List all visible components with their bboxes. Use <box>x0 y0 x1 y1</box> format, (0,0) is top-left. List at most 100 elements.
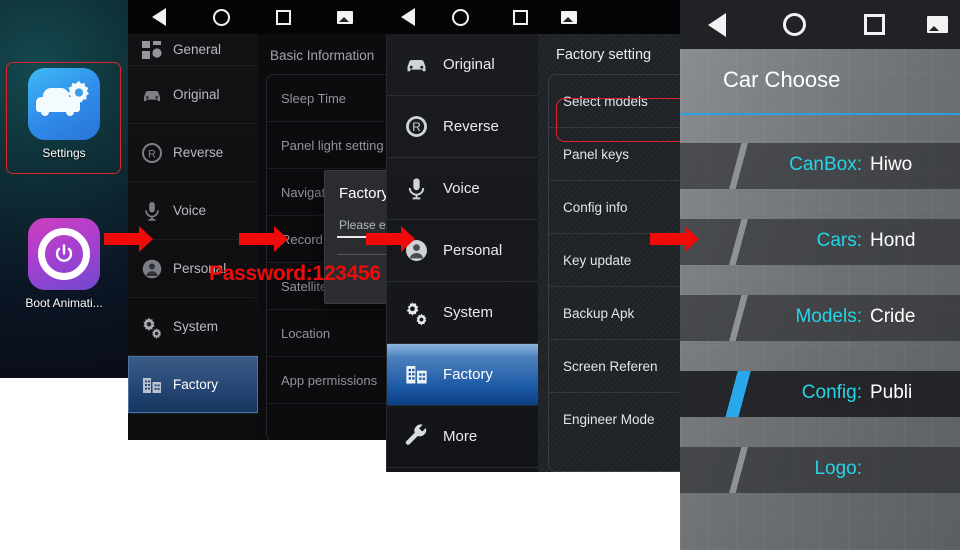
flow-arrow-1 <box>104 226 153 252</box>
category-item-label: Original <box>443 56 495 73</box>
screenshot-icon[interactable] <box>926 16 948 33</box>
sidebar-item-label: Reverse <box>173 145 224 160</box>
factory-title: Factory setting <box>556 47 652 63</box>
sidebar-item-label: General <box>173 42 222 57</box>
car-row-config[interactable]: Config: Publi <box>680 371 960 417</box>
flow-arrow-2 <box>239 226 288 252</box>
recents-square-icon[interactable] <box>275 9 291 25</box>
car-row-label: Models: <box>795 306 862 327</box>
app-label: Boot Animati... <box>25 296 103 310</box>
car-icon <box>140 83 164 107</box>
factory-row-panel-keys[interactable]: Panel keys <box>549 128 686 181</box>
gear-icon <box>67 80 90 103</box>
home-circle-icon[interactable] <box>451 8 469 26</box>
sidebar-item-factory[interactable]: Factory <box>128 356 258 414</box>
car-row-label: Config: <box>801 382 862 403</box>
recents-square-icon[interactable] <box>512 9 528 25</box>
car-icon <box>403 51 430 78</box>
factory-row-backup-apk[interactable]: Backup Apk <box>549 287 686 340</box>
car-row-value: Publi <box>870 382 913 403</box>
reverse-r-icon: R <box>403 113 430 140</box>
detail-row[interactable]: Sleep Time <box>267 75 390 122</box>
sidebar-item-label: System <box>173 319 219 334</box>
accent-divider <box>680 113 960 115</box>
navigation-bar <box>680 0 960 49</box>
app-label: Settings <box>42 146 86 160</box>
factory-row-screen-reference[interactable]: Screen Referen <box>549 340 686 393</box>
category-list: Original R Reverse Voice Personal System… <box>386 34 538 472</box>
back-triangle-icon[interactable] <box>708 12 726 37</box>
recents-square-icon[interactable] <box>863 14 885 35</box>
car-row-value: Hiwo <box>870 154 913 175</box>
flow-arrow-4 <box>650 226 699 252</box>
home-circle-icon[interactable] <box>212 8 230 26</box>
panel-settings: General Original R Reverse Voice Persona… <box>128 0 390 440</box>
car-row-value: Hond <box>870 230 916 251</box>
detail-row[interactable]: Panel light setting <box>267 122 390 169</box>
sidebar-item-original[interactable]: Original <box>128 66 258 124</box>
category-item-label: Factory <box>443 366 494 383</box>
car-gear-settings-icon <box>28 68 100 140</box>
category-item-more[interactable]: More <box>387 406 538 468</box>
svg-text:R: R <box>412 120 421 134</box>
power-boot-animation-icon <box>28 218 100 290</box>
screenshot-stage: Settings Boot Animati... General Origina… <box>0 0 960 550</box>
svg-text:R: R <box>148 148 156 160</box>
car-row-logo[interactable]: Logo: <box>680 447 960 493</box>
detail-row[interactable]: Location <box>267 310 390 357</box>
microphone-icon <box>140 199 164 223</box>
wrench-icon <box>403 423 430 450</box>
car-row-models[interactable]: Models: Cride <box>680 295 960 341</box>
factory-building-icon <box>403 361 430 388</box>
app-settings[interactable]: Settings <box>0 68 128 160</box>
navigation-bar <box>386 0 538 34</box>
car-row-label: Logo: <box>814 458 862 479</box>
person-icon <box>140 257 164 281</box>
home-circle-icon[interactable] <box>782 13 806 36</box>
factory-row-engineer-mode[interactable]: Engineer Mode <box>549 393 686 446</box>
car-row-value: Cride <box>870 306 916 327</box>
category-item-label: Reverse <box>443 118 499 135</box>
microphone-icon <box>403 175 430 202</box>
general-grid-icon <box>140 38 164 62</box>
sidebar-item-general[interactable]: General <box>128 34 258 66</box>
sidebar-item-label: Voice <box>173 203 207 218</box>
car-row-canbox[interactable]: CanBox: Hiwo <box>680 143 960 189</box>
power-icon <box>55 244 73 262</box>
sidebar-item-label: Original <box>173 87 220 102</box>
category-item-factory[interactable]: Factory <box>387 344 538 406</box>
flow-arrow-3 <box>366 226 415 252</box>
category-item-label: More <box>443 428 478 445</box>
category-item-system[interactable]: System <box>387 282 538 344</box>
page-title: Car Choose <box>723 67 841 92</box>
category-item-reverse[interactable]: R Reverse <box>387 96 538 158</box>
factory-row-select-models[interactable]: Select models <box>549 75 686 128</box>
screenshot-icon[interactable] <box>561 10 577 24</box>
detail-row[interactable]: App permissions <box>267 357 390 404</box>
navigation-bar <box>538 0 686 34</box>
category-item-voice[interactable]: Voice <box>387 158 538 220</box>
sidebar-item-label: Factory <box>173 377 219 392</box>
sidebar-item-system[interactable]: System <box>128 298 258 356</box>
dialog-title: Factory <box>339 185 390 202</box>
car-row-cars[interactable]: Cars: Hond <box>680 219 960 265</box>
category-item-label: Personal <box>443 242 503 259</box>
panel-car-choose: Car Choose CanBox: Hiwo Cars: Hond Model… <box>680 0 960 550</box>
factory-card: Select models Panel keys Config info Key… <box>548 74 686 472</box>
car-row-label: Cars: <box>816 230 862 251</box>
navigation-bar <box>128 0 390 34</box>
detail-title: Basic Information <box>270 48 375 63</box>
factory-building-icon <box>140 373 164 397</box>
screenshot-icon[interactable] <box>337 10 353 24</box>
reverse-r-icon: R <box>140 141 164 165</box>
back-triangle-icon[interactable] <box>152 8 166 26</box>
password-annotation: Password:123456 <box>209 262 381 285</box>
back-triangle-icon[interactable] <box>401 8 415 26</box>
category-item-label: System <box>443 304 494 321</box>
category-item-label: Voice <box>443 180 480 197</box>
category-item-original[interactable]: Original <box>387 34 538 96</box>
panel-launcher: Settings Boot Animati... <box>0 0 128 378</box>
dialog-divider <box>337 254 390 255</box>
gears-icon <box>140 315 164 339</box>
sidebar-item-reverse[interactable]: R Reverse <box>128 124 258 182</box>
